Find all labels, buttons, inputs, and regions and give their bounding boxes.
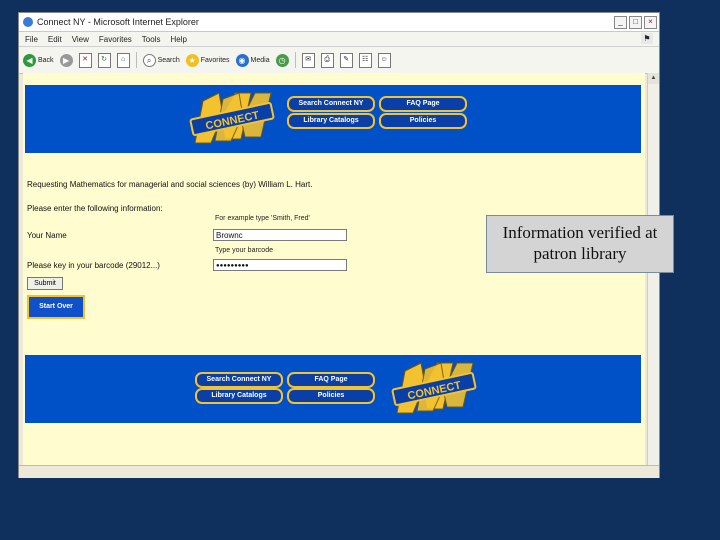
vertical-scrollbar[interactable]: ▲ ▼ <box>647 73 659 477</box>
requesting-text: Requesting Mathematics for managerial an… <box>27 180 313 189</box>
search-button[interactable]: ⌕ Search <box>142 53 180 67</box>
search-connect-ny-button-bottom[interactable]: Search Connect NY <box>195 372 283 388</box>
search-label: Search <box>157 56 180 64</box>
back-arrow-icon: ◀ <box>23 53 36 67</box>
stop-icon[interactable]: ✕ <box>78 52 92 68</box>
home-icon[interactable]: ⌂ <box>116 52 130 68</box>
print-icon[interactable]: ⎙ <box>320 52 334 68</box>
ie-icon <box>23 17 33 27</box>
toolbar: ◀ Back ▶ ✕ ↻ ⌂ ⌕ Search ★ Favorites ◉ Me… <box>19 47 659 74</box>
library-catalogs-button-bottom[interactable]: Library Catalogs <box>195 388 283 404</box>
faq-page-button-bottom[interactable]: FAQ Page <box>287 372 375 388</box>
forward-arrow-icon: ▶ <box>59 53 73 67</box>
connect-ny-logo: CONNECT <box>189 92 275 144</box>
window-controls: _ □ × <box>614 15 659 29</box>
name-label: Your Name <box>27 231 67 240</box>
status-bar <box>19 465 659 478</box>
menu-tools[interactable]: Tools <box>142 35 161 44</box>
connect-ny-logo-bottom: CONNECT <box>391 362 477 414</box>
bottom-banner: Search Connect NY FAQ Page Library Catal… <box>25 355 641 423</box>
close-button[interactable]: × <box>644 15 657 29</box>
menu-bar: File Edit View Favorites Tools Help ⚑ <box>19 32 659 47</box>
back-button[interactable]: ◀ Back <box>23 53 54 67</box>
history-icon[interactable]: ◷ <box>275 53 289 67</box>
back-label: Back <box>38 56 54 64</box>
minimize-button[interactable]: _ <box>614 15 627 29</box>
instructions-text: Please enter the following information: <box>27 204 163 213</box>
discuss-icon[interactable]: ☷ <box>358 52 372 68</box>
search-connect-ny-button[interactable]: Search Connect NY <box>287 96 375 112</box>
favorites-star-icon: ★ <box>185 53 199 67</box>
start-over-button[interactable]: Start Over <box>27 295 85 319</box>
toolbar-separator <box>135 52 137 68</box>
media-button[interactable]: ◉ Media <box>235 53 270 67</box>
refresh-icon[interactable]: ↻ <box>97 52 111 68</box>
maximize-button[interactable]: □ <box>629 15 642 29</box>
faq-page-button[interactable]: FAQ Page <box>379 96 467 112</box>
policies-button-bottom[interactable]: Policies <box>287 388 375 404</box>
policies-button[interactable]: Policies <box>379 113 467 129</box>
menu-favorites[interactable]: Favorites <box>99 35 132 44</box>
name-hint: For example type 'Smith, Fred' <box>215 215 310 222</box>
barcode-password-input[interactable]: ●●●●●●●●● <box>213 259 347 271</box>
menu-file[interactable]: File <box>25 35 38 44</box>
window-title: Connect NY - Microsoft Internet Explorer <box>37 17 199 27</box>
submit-button[interactable]: Submit <box>27 277 63 290</box>
windows-flag-icon: ⚑ <box>641 33 653 44</box>
menu-view[interactable]: View <box>72 35 89 44</box>
scroll-up-icon[interactable]: ▲ <box>648 73 659 84</box>
favorites-label: Favorites <box>200 56 230 64</box>
barcode-label: Please key in your barcode (29012...) <box>27 261 160 270</box>
messenger-icon[interactable]: ☺ <box>377 52 391 68</box>
favorites-button[interactable]: ★ Favorites <box>185 53 230 67</box>
top-banner: CONNECT Search Connect NY FAQ Page Libra… <box>25 85 641 153</box>
barcode-hint: Type your barcode <box>215 247 273 254</box>
media-label: Media <box>250 56 270 64</box>
page-content: CONNECT Search Connect NY FAQ Page Libra… <box>23 73 645 477</box>
menu-help[interactable]: Help <box>170 35 186 44</box>
toolbar-separator <box>294 52 296 68</box>
info-callout: Information verified at patron library <box>486 215 674 273</box>
mail-icon[interactable]: ✉ <box>301 52 315 68</box>
edit-icon[interactable]: ✎ <box>339 52 353 68</box>
menu-edit[interactable]: Edit <box>48 35 62 44</box>
forward-button[interactable]: ▶ <box>59 53 73 67</box>
title-bar: Connect NY - Microsoft Internet Explorer… <box>19 13 659 32</box>
name-input[interactable]: Brownc <box>213 229 347 241</box>
library-catalogs-button[interactable]: Library Catalogs <box>287 113 375 129</box>
media-icon: ◉ <box>235 53 249 67</box>
search-icon: ⌕ <box>142 53 156 67</box>
